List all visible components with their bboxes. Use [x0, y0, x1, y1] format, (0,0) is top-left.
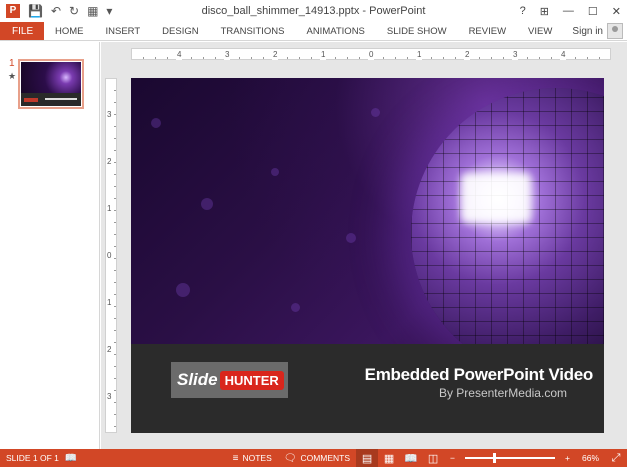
title-bar: P 💾 ↶ ↻ ▦ ▾ disco_ball_shimmer_14913.ppt…: [0, 0, 627, 22]
vertical-ruler[interactable]: 3 2 1 0 1 2 3: [105, 78, 117, 433]
ruler-label: 2: [464, 49, 471, 60]
ruler-label: 0: [368, 49, 375, 60]
notes-button[interactable]: ≡ NOTES: [227, 453, 278, 464]
fit-slide-button[interactable]: ⤢: [605, 449, 627, 467]
bokeh-light: [201, 198, 213, 210]
tab-design[interactable]: DESIGN: [151, 22, 209, 40]
status-bar: SLIDE 1 OF 1 📖 ≡ NOTES 🗨 COMMENTS ▤ ▦ 📖 …: [0, 449, 627, 467]
ruler-label: 2: [272, 49, 279, 60]
ruler-label: 0: [107, 251, 112, 260]
slidehunter-logo: Slide HUNTER: [171, 362, 288, 398]
ruler-label: 1: [107, 298, 112, 307]
ruler-label: 3: [224, 49, 231, 60]
ruler-label: 1: [320, 49, 327, 60]
comments-label: COMMENTS: [300, 453, 351, 463]
spell-check-icon[interactable]: 📖: [59, 453, 83, 464]
zoom-level[interactable]: 66%: [576, 453, 605, 463]
start-from-beginning-icon[interactable]: ▦: [87, 0, 98, 22]
save-icon[interactable]: 💾: [28, 0, 43, 22]
ruler-label: 3: [107, 110, 112, 119]
slide-title[interactable]: Embedded PowerPoint Video: [353, 365, 594, 385]
animation-star-icon: ★: [8, 71, 17, 81]
slide-subtitle[interactable]: By PresenterMedia.com: [353, 386, 567, 400]
normal-view-button[interactable]: ▤: [356, 449, 379, 467]
bokeh-light: [151, 118, 161, 128]
slide-show-button[interactable]: ◫: [422, 449, 444, 467]
thumbnail-number: 1: [9, 58, 15, 69]
zoom-slider-thumb[interactable]: [493, 453, 497, 463]
avatar[interactable]: [607, 23, 623, 39]
zoom-out-button[interactable]: −: [444, 453, 461, 463]
ribbon-tabs: FILE HOME INSERT DESIGN TRANSITIONS ANIM…: [0, 22, 627, 41]
ribbon-display-options-icon[interactable]: ⊞: [540, 5, 549, 18]
slide-thumbnail-pane: 1 ★: [0, 42, 100, 449]
slide-sorter-view-button[interactable]: ▦: [378, 449, 400, 467]
close-icon[interactable]: ✕: [612, 5, 621, 18]
disco-ball-glare: [461, 173, 531, 223]
minimize-icon[interactable]: —: [563, 5, 574, 17]
thumbnail-preview: [21, 62, 81, 106]
tab-transitions[interactable]: TRANSITIONS: [210, 22, 296, 40]
zoom-in-button[interactable]: +: [559, 453, 576, 463]
ruler-label: 4: [176, 49, 183, 60]
slide-canvas[interactable]: Slide HUNTER Embedded PowerPoint Video B…: [131, 78, 604, 433]
tab-home[interactable]: HOME: [44, 22, 95, 40]
comments-button[interactable]: 🗨 COMMENTS: [278, 453, 356, 464]
slide-editor: 4 3 2 1 0 1 2 3 4 3 2 1 0 1 2 3 Slide HU…: [101, 42, 627, 449]
redo-icon[interactable]: ↻: [69, 0, 79, 22]
notes-label: NOTES: [242, 453, 272, 463]
tab-animations[interactable]: ANIMATIONS: [295, 22, 375, 40]
bokeh-light: [291, 303, 300, 312]
slide-counter: SLIDE 1 OF 1: [6, 453, 59, 463]
help-icon[interactable]: ?: [520, 5, 526, 17]
tab-file[interactable]: FILE: [0, 22, 44, 40]
ruler-label: 3: [512, 49, 519, 60]
maximize-icon[interactable]: ☐: [588, 5, 598, 18]
horizontal-ruler[interactable]: 4 3 2 1 0 1 2 3 4: [131, 48, 611, 60]
ruler-label: 4: [560, 49, 567, 60]
powerpoint-app-icon[interactable]: P: [6, 4, 20, 18]
slide-thumbnail[interactable]: [18, 59, 84, 109]
zoom-slider[interactable]: [465, 453, 556, 463]
ruler-label: 2: [107, 157, 112, 166]
customize-toolbar-icon[interactable]: ▾: [106, 0, 112, 22]
tab-slide-show[interactable]: SLIDE SHOW: [376, 22, 458, 40]
ruler-label: 1: [416, 49, 423, 60]
reading-view-button[interactable]: 📖: [400, 449, 422, 467]
ruler-label: 1: [107, 204, 112, 213]
notes-icon: ≡: [232, 452, 239, 464]
bokeh-light: [346, 233, 356, 243]
bokeh-light: [176, 283, 190, 297]
tab-insert[interactable]: INSERT: [95, 22, 152, 40]
quick-access-toolbar: P 💾 ↶ ↻ ▦ ▾: [0, 0, 112, 22]
ruler-label: 3: [107, 392, 112, 401]
comments-icon: 🗨: [283, 452, 297, 464]
logo-hunter-text: HUNTER: [219, 370, 284, 390]
ruler-label: 2: [107, 345, 112, 354]
thumbnail-logo: [24, 98, 38, 102]
tab-review[interactable]: REVIEW: [458, 22, 517, 40]
sign-in-link[interactable]: Sign in: [572, 22, 607, 40]
thumbnail-text: [45, 98, 77, 100]
bokeh-light: [271, 168, 279, 176]
undo-icon[interactable]: ↶: [51, 0, 61, 22]
logo-slide-text: Slide: [177, 370, 218, 389]
tab-view[interactable]: VIEW: [517, 22, 563, 40]
bokeh-light: [371, 108, 380, 117]
